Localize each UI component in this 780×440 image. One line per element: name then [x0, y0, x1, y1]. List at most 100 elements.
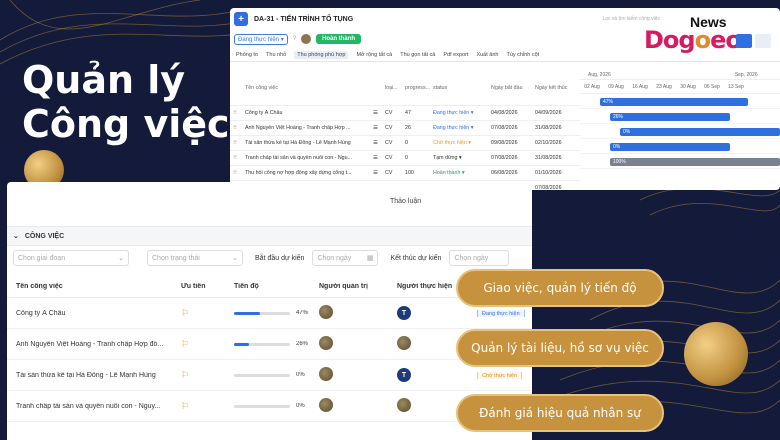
menu-icon[interactable]: ☰: [370, 155, 382, 161]
brand-logo: Dogoeo: [644, 26, 742, 54]
task-row[interactable]: ⠿ Công ty Á Châu ☰ CV 47 Đang thực hiện ▾ 04/0…: [230, 106, 580, 121]
task-row[interactable]: ⠿ Tranh chấp tài sản và quyền nuôi con - …: [230, 151, 580, 166]
priority-flag-icon[interactable]: ⚐: [181, 401, 189, 411]
task-end: 01/10/2026: [535, 170, 562, 176]
drag-handle-icon[interactable]: ⠿: [230, 140, 242, 146]
col-task-name[interactable]: Tên công việc: [7, 283, 172, 290]
end-date-picker[interactable]: Chọn ngày: [449, 250, 510, 266]
task-type: CV: [385, 125, 393, 131]
avatar: [319, 305, 333, 319]
task-status[interactable]: Tạm dừng ▾: [430, 155, 488, 161]
task-progress: 26: [405, 125, 411, 131]
task-start: 06/08/2026: [491, 170, 518, 176]
customize-columns-button[interactable]: Tùy chỉnh cột: [506, 52, 539, 58]
gantt-bar[interactable]: 26%: [610, 113, 730, 121]
status-select[interactable]: Chọn trạng thái ⌄: [147, 250, 243, 266]
col-priority[interactable]: Ưu tiên: [172, 283, 225, 290]
pdf-export-button[interactable]: Pdf export: [443, 52, 468, 58]
task-progress: 0: [405, 140, 408, 146]
drag-handle-icon[interactable]: ⠿: [230, 110, 242, 116]
collapse-all-button[interactable]: Thu gọn tất cả: [400, 52, 435, 58]
gantt-day: 13 Sep: [728, 84, 744, 90]
drag-handle-icon[interactable]: ⠿: [230, 125, 242, 131]
hero-title: Quản lý Công việc: [22, 58, 230, 146]
progress-bar: [234, 373, 290, 377]
help-icon[interactable]: ?: [293, 36, 296, 42]
status-badge[interactable]: Đang thực hiện: [477, 309, 525, 317]
task-panel: Thảo luận ⌄ CÔNG VIỆC Chọn giai đoạn ⌄ Ch…: [7, 182, 532, 440]
add-icon[interactable]: +: [234, 12, 248, 26]
gantt-bar[interactable]: 0%: [620, 128, 780, 136]
zoom-fit-button[interactable]: Thu phóng phù hợp: [294, 50, 349, 59]
priority-flag-icon[interactable]: ⚐: [181, 308, 189, 318]
menu-icon[interactable]: ☰: [370, 125, 382, 131]
feature-pill-hr[interactable]: Đánh giá hiệu quả nhân sự: [456, 394, 664, 432]
task-name: Tranh chấp tài sản và quyền nuôi con - N…: [245, 155, 352, 161]
done-button[interactable]: Hoàn thành: [316, 34, 362, 44]
col-status[interactable]: status: [430, 85, 488, 91]
task-status[interactable]: Chờ thực hiện ▾: [430, 140, 488, 146]
avatar: [319, 336, 333, 350]
discussion-tab[interactable]: Thảo luận: [390, 198, 421, 205]
table-row[interactable]: Anh Nguyễn Việt Hoàng - Tranh chấp Hợp đ…: [7, 329, 532, 360]
task-status[interactable]: Đang thực hiện ▾: [430, 110, 488, 116]
gantt-bar[interactable]: 100%: [610, 158, 780, 166]
avatar: [319, 367, 333, 381]
progress-bar: [234, 404, 290, 408]
menu-icon[interactable]: ☰: [370, 140, 382, 146]
table-row[interactable]: Tranh chấp tài sản và quyền nuôi con - N…: [7, 391, 532, 422]
section-header[interactable]: ⌄ CÔNG VIỆC: [7, 226, 532, 246]
gantt-bar[interactable]: 47%: [600, 98, 748, 106]
task-end: 31/08/2026: [535, 125, 562, 131]
gantt-month: Sep, 2026: [734, 71, 758, 78]
col-name[interactable]: Tên công việc: [242, 85, 370, 91]
priority-flag-icon[interactable]: ⚐: [181, 370, 189, 380]
menu-icon[interactable]: ☰: [370, 110, 382, 116]
col-start[interactable]: Ngày bắt đầu: [488, 85, 532, 91]
task-status[interactable]: Hoàn thành ▾: [430, 170, 488, 176]
task-row[interactable]: ⠿ Tài sản thừa kế tại Hà Đông - Lê Mạnh H…: [230, 136, 580, 151]
task-grid-header: Tên công việc loại... progress... status…: [230, 70, 580, 106]
feature-pill-tasks[interactable]: Giao việc, quản lý tiến độ: [456, 269, 664, 307]
gantt-chart: Aug, 2026 Sep, 2026 02 Aug 09 Aug 16 Aug 23…: [580, 70, 780, 190]
phase-select[interactable]: Chọn giai đoạn ⌄: [13, 250, 129, 266]
zoom-out-button[interactable]: Thu nhỏ: [266, 52, 286, 58]
task-grid: Tên công việc loại... progress... status…: [230, 70, 580, 190]
gantt-bar[interactable]: 0%: [610, 143, 730, 151]
grid-view-icon[interactable]: [755, 34, 771, 48]
gantt-row: 100%: [580, 154, 780, 169]
priority-flag-icon[interactable]: ⚐: [181, 339, 189, 349]
gantt-day: 23 Aug: [656, 84, 672, 90]
start-date-picker[interactable]: Chọn ngày ▦: [312, 250, 379, 266]
export-image-button[interactable]: Xuất ảnh: [476, 52, 498, 58]
table-row[interactable]: Tài sản thừa kế tại Hà Đông - Lê Mạnh Hù…: [7, 360, 532, 391]
task-row[interactable]: ⠿ Thu hồi công nợ hợp đồng xây dựng công …: [230, 166, 580, 181]
project-status-select[interactable]: Đang thực hiện ▾: [234, 33, 288, 45]
start-label: Bắt đầu dự kiến: [255, 254, 305, 262]
gantt-day: 02 Aug: [584, 84, 600, 90]
col-end[interactable]: Ngày kết thúc: [532, 85, 576, 91]
task-name: Anh Nguyễn Việt Hoàng - Tranh chấp Hợp .…: [245, 125, 351, 131]
drag-handle-icon[interactable]: ⠿: [230, 155, 242, 161]
col-progress[interactable]: progress...: [402, 85, 430, 91]
gantt-row: 26%: [580, 109, 780, 124]
col-manager[interactable]: Người quản trị: [310, 283, 388, 290]
task-status[interactable]: Đang thực hiện ▾: [430, 125, 488, 131]
feature-pill-documents[interactable]: Quản lý tài liệu, hồ sơ vụ việc: [456, 329, 664, 367]
col-type[interactable]: loại...: [382, 85, 402, 91]
status-badge[interactable]: Chờ thực hiện: [477, 371, 523, 379]
table-row[interactable]: Công ty Á Châu ⚐ 47% T Đang thực hiện: [7, 298, 532, 329]
zoom-in-button[interactable]: Phóng to: [236, 52, 258, 58]
col-progress[interactable]: Tiến độ: [225, 283, 310, 290]
list-view-icon[interactable]: [736, 34, 752, 48]
task-table-header: Tên công việc Ưu tiên Tiến độ Người quản…: [7, 276, 532, 298]
menu-icon[interactable]: ☰: [370, 170, 382, 176]
task-row[interactable]: ⠿ Anh Nguyễn Việt Hoàng - Tranh chấp Hợp …: [230, 121, 580, 136]
progress-percent: 47%: [296, 310, 309, 316]
drag-handle-icon[interactable]: ⠿: [230, 170, 242, 176]
expand-all-button[interactable]: Mở rộng tất cả: [356, 52, 392, 58]
avatar: [397, 398, 411, 412]
chevron-down-icon[interactable]: ⌄: [13, 232, 19, 240]
view-switcher: [736, 34, 771, 48]
progress-fill: [234, 311, 261, 315]
